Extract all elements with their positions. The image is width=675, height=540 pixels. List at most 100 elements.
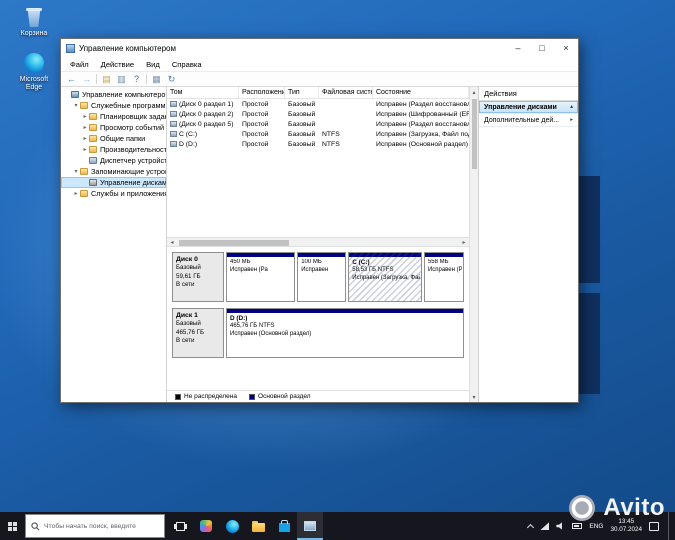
volume-row[interactable]: (Диск 0 раздел 2) Простой Базовый Исправен … — [167, 109, 469, 119]
partition[interactable]: C (C:) 58,53 ГБ NTFS Исправен (Загрузка, Ф… — [348, 252, 422, 302]
volume-icon[interactable] — [556, 522, 562, 530]
horizontal-scrollbar[interactable]: ◂ ▸ — [167, 237, 469, 247]
language-indicator[interactable]: ENG — [589, 523, 603, 530]
partition[interactable]: 100 МБ Исправен — [297, 252, 347, 302]
expand-icon[interactable]: ▸ — [81, 113, 89, 120]
window-content: Управление компьютером (л▾Служебные прог… — [61, 87, 578, 402]
window-title: Управление компьютером — [79, 43, 176, 53]
expand-icon[interactable]: ▸ — [81, 135, 89, 142]
tree-item-system-tools[interactable]: ▾ Служебные программы — [61, 100, 166, 111]
volume-row[interactable]: (Диск 0 раздел 1) Простой Базовый Исправен … — [167, 99, 469, 109]
task-view-button[interactable] — [167, 512, 193, 540]
partition[interactable]: 558 МБ Исправен (Ра — [423, 252, 465, 302]
tree-item-storage[interactable]: ▾ Запоминающие устройст — [61, 166, 166, 177]
disk-size: 465,76 ГБ — [176, 328, 205, 336]
partition-line: Исправен (Загрузка, Файл — [352, 275, 420, 282]
expand-icon[interactable]: ▸ — [81, 124, 89, 131]
computer-management-taskbar-icon[interactable] — [297, 512, 323, 540]
console-tree-icon[interactable]: ▤ — [101, 74, 112, 85]
action-label: Дополнительные дей... — [484, 116, 560, 124]
partition-color-bar — [227, 253, 295, 257]
scroll-left-icon[interactable]: ◂ — [167, 238, 177, 246]
desktop-icon-edge[interactable]: Microsoft Edge — [4, 52, 64, 92]
menu-help[interactable]: Справка — [166, 60, 208, 69]
partition-info: 558 МБ Исправен (Ра — [428, 259, 462, 275]
partition-line: Исправен (Ра — [427, 266, 463, 273]
tree-item-computer-management-root[interactable]: Управление компьютером (л — [61, 89, 166, 100]
tree-item-disk-management[interactable]: Управление дисками — [61, 177, 166, 188]
column-header[interactable]: Тип — [285, 87, 319, 98]
volume-row[interactable]: (Диск 0 раздел 5) Простой Базовый Исправен … — [167, 119, 469, 129]
news-widget-icon[interactable] — [193, 512, 219, 540]
cell: Простой — [242, 140, 269, 148]
scrollbar-track[interactable] — [177, 238, 459, 246]
folder-icon — [80, 168, 88, 175]
expand-icon[interactable]: ▸ — [72, 190, 80, 197]
console-tree: Управление компьютером (л▾Служебные прог… — [61, 87, 167, 402]
scroll-down-icon[interactable]: ▾ — [470, 392, 478, 402]
action-item-disk-management[interactable]: Управление дисками ▴ — [479, 101, 578, 114]
column-header[interactable]: Состояние — [373, 87, 469, 98]
menu-action[interactable]: Действие — [95, 60, 140, 69]
expand-icon[interactable]: ▸ — [81, 146, 89, 153]
tree-item-services-apps[interactable]: ▸ Службы и приложения — [61, 188, 166, 199]
back-icon[interactable]: ← — [66, 74, 77, 85]
volume-icon — [170, 131, 177, 137]
column-header[interactable]: Файловая система — [319, 87, 373, 98]
search-input[interactable] — [44, 522, 159, 530]
disk-tools-icon[interactable]: ▦ — [151, 74, 162, 85]
folder-icon — [89, 113, 97, 120]
column-header[interactable]: Том — [167, 87, 239, 98]
file-explorer-icon[interactable] — [245, 512, 271, 540]
start-button[interactable] — [0, 512, 24, 540]
disk-label[interactable]: Диск 0 Базовый 59,61 ГБ В сети — [172, 252, 224, 302]
vertical-scrollbar[interactable]: ▴ ▾ — [469, 87, 478, 402]
partition[interactable]: 450 МБ Исправен (Ра — [226, 252, 296, 302]
help-icon[interactable]: ? — [131, 74, 142, 85]
disk-graphical-view: Диск 0 Базовый 59,61 ГБ В сети 450 МБ Исправе… — [167, 247, 469, 390]
partition-line: Исправен — [301, 266, 329, 273]
volume-row[interactable]: C (C:) Простой Базовый NTFS Исправен (Загруз… — [167, 129, 469, 139]
collapse-icon[interactable]: ▾ — [72, 102, 80, 109]
actions-pane: Действия Управление дисками ▴ Дополнительн… — [478, 87, 578, 402]
titlebar[interactable]: Управление компьютером – □ × — [61, 39, 578, 57]
volume-row[interactable]: D (D:) Простой Базовый NTFS Исправен (Основн… — [167, 139, 469, 149]
disk-type: Базовый — [176, 320, 201, 328]
volume-list-rows: (Диск 0 раздел 1) Простой Базовый Исправен … — [167, 99, 469, 149]
close-button[interactable]: × — [554, 39, 578, 57]
minimize-button[interactable]: – — [506, 39, 530, 57]
show-desktop-button[interactable] — [668, 512, 672, 540]
hidden-icons-icon[interactable] — [527, 523, 535, 531]
action-item-more-actions[interactable]: Дополнительные дей... ▸ — [479, 114, 578, 127]
menu-file[interactable]: Файл — [64, 60, 95, 69]
tree-item-event-viewer[interactable]: ▸ Просмотр событий — [61, 122, 166, 133]
forward-icon[interactable]: → — [81, 74, 92, 85]
scroll-right-icon[interactable]: ▸ — [459, 238, 469, 246]
tree-item-device-manager[interactable]: Диспетчер устройств — [61, 155, 166, 166]
tree-item-shared-folders[interactable]: ▸ Общие папки — [61, 133, 166, 144]
menu-view[interactable]: Вид — [140, 60, 166, 69]
maximize-button[interactable]: □ — [530, 39, 554, 57]
scrollbar-thumb[interactable] — [471, 99, 477, 169]
refresh-icon[interactable]: ↻ — [166, 74, 177, 85]
scroll-up-icon[interactable]: ▴ — [470, 87, 478, 97]
network-icon[interactable] — [540, 522, 550, 530]
partition-color-bar — [424, 253, 464, 257]
partition[interactable]: D (D:) 465,76 ГБ NTFS Исправен (Основной р… — [226, 308, 464, 358]
scrollbar-thumb[interactable] — [179, 240, 289, 246]
store-icon[interactable] — [271, 512, 297, 540]
action-center-icon[interactable] — [649, 521, 659, 531]
disk-label[interactable]: Диск 1 Базовый 465,76 ГБ В сети — [172, 308, 224, 358]
computer-icon — [71, 91, 79, 98]
export-list-icon[interactable]: ▥ — [116, 74, 127, 85]
disk-block: Диск 1 Базовый 465,76 ГБ В сети D (D:) 465,76… — [172, 308, 464, 358]
partition-line: Исправен (Основной раздел) — [230, 331, 312, 338]
collapse-icon[interactable]: ▾ — [72, 168, 80, 175]
column-header[interactable]: Расположение — [239, 87, 285, 98]
edge-taskbar-icon[interactable] — [219, 512, 245, 540]
tree-item-performance[interactable]: ▸ Производительность — [61, 144, 166, 155]
tree-item-task-scheduler[interactable]: ▸ Планировщик заданий — [61, 111, 166, 122]
battery-icon[interactable] — [572, 523, 583, 529]
desktop-icon-recycle-bin[interactable]: Корзина — [4, 6, 64, 38]
taskbar-search[interactable] — [25, 514, 165, 538]
